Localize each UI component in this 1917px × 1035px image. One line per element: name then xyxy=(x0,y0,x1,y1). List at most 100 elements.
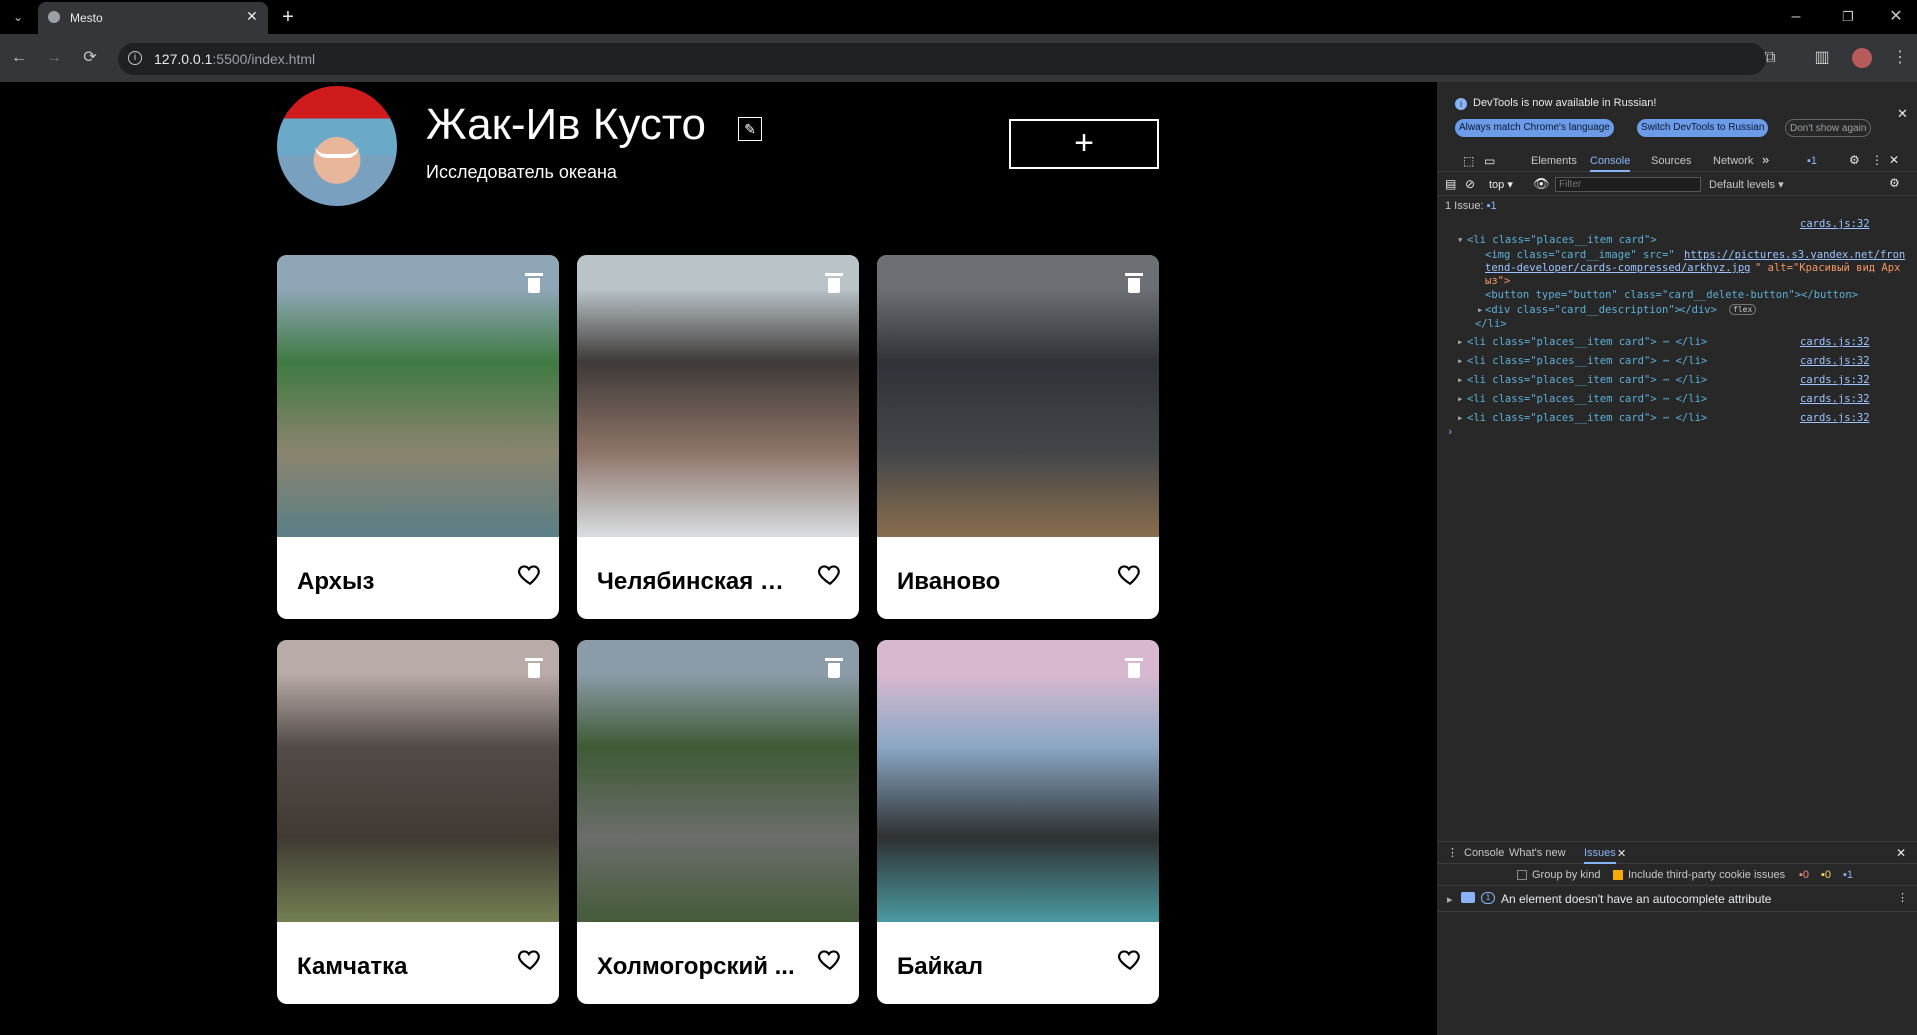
console-prompt[interactable]: › xyxy=(1447,426,1453,438)
dont-show-again-button[interactable]: Don't show again xyxy=(1785,119,1872,137)
issue-row[interactable]: ▸ 1 An element doesn't have an autocompl… xyxy=(1437,886,1917,912)
site-info-icon[interactable]: i xyxy=(128,51,142,65)
trash-icon[interactable] xyxy=(1125,658,1143,678)
trash-icon[interactable] xyxy=(825,273,843,293)
close-tab-icon[interactable]: ✕ xyxy=(246,8,258,25)
close-devtools-icon[interactable]: ✕ xyxy=(1889,153,1899,167)
expand-arrow-icon[interactable]: ▸ xyxy=(1457,412,1463,424)
drawer-tab-console[interactable]: Console xyxy=(1464,847,1504,859)
edit-profile-button[interactable]: ✎ xyxy=(738,117,762,141)
heart-icon[interactable] xyxy=(1117,946,1143,972)
expand-arrow-icon[interactable]: ▸ xyxy=(1457,393,1463,405)
log-li-collapsed[interactable]: <li class="places__item card"> ⋯ </li> xyxy=(1467,374,1707,386)
source-link[interactable]: cards.js:32 xyxy=(1800,412,1870,424)
third-party-checkbox[interactable] xyxy=(1613,870,1623,880)
inspect-icon[interactable]: ⬚ xyxy=(1463,154,1474,168)
expand-arrow-icon[interactable]: ▾ xyxy=(1457,234,1463,246)
browser-tab[interactable]: Mesto ✕ xyxy=(38,2,268,34)
add-card-button[interactable]: + xyxy=(1009,119,1159,169)
sidebar-icon[interactable]: ▥ xyxy=(1806,42,1838,74)
back-icon[interactable]: ← xyxy=(3,42,35,74)
console-settings-icon[interactable]: ⚙ xyxy=(1889,176,1900,190)
drawer-tab-issues[interactable]: Issues xyxy=(1584,847,1616,864)
close-issues-tab-icon[interactable]: ✕ xyxy=(1617,847,1626,860)
heart-icon[interactable] xyxy=(817,561,843,587)
heart-icon[interactable] xyxy=(517,946,543,972)
log-li-collapsed[interactable]: <li class="places__item card"> ⋯ </li> xyxy=(1467,336,1707,348)
heart-icon[interactable] xyxy=(1117,561,1143,587)
tab-console[interactable]: Console xyxy=(1590,155,1631,172)
switch-to-russian-button[interactable]: Switch DevTools to Russian xyxy=(1637,119,1769,137)
group-by-kind-checkbox[interactable] xyxy=(1517,870,1527,880)
flex-badge[interactable]: flex xyxy=(1729,304,1757,315)
source-link[interactable]: cards.js:32 xyxy=(1800,355,1870,367)
issue-menu-icon[interactable]: ⋮ xyxy=(1897,891,1908,904)
settings-gear-icon[interactable]: ⚙ xyxy=(1849,153,1860,167)
card-image[interactable] xyxy=(277,640,559,922)
log-img-url-1[interactable]: https://pictures.s3.yandex.net/fron xyxy=(1684,249,1905,261)
url-path: :5500/index.html xyxy=(212,51,316,67)
expand-arrow-icon[interactable]: ▸ xyxy=(1477,304,1483,316)
card-image[interactable] xyxy=(877,640,1159,922)
new-tab-icon[interactable]: + xyxy=(272,1,304,33)
trash-icon[interactable] xyxy=(825,658,843,678)
log-div-line[interactable]: <div class="card__description"> xyxy=(1485,304,1681,316)
live-expression-eye-icon[interactable]: 👁 xyxy=(1533,176,1550,192)
place-card: Камчатка xyxy=(277,640,559,1004)
tab-network[interactable]: Network xyxy=(1713,155,1753,167)
log-img-url-2[interactable]: tend-developer/cards-compressed/arkhyz.j… xyxy=(1485,262,1751,274)
log-levels-dropdown[interactable]: Default levels ▾ xyxy=(1709,178,1784,191)
error-count: ▪0 xyxy=(1799,869,1809,881)
trash-icon[interactable] xyxy=(1125,273,1143,293)
source-link[interactable]: cards.js:32 xyxy=(1800,336,1870,348)
issues-count-badge: ▪1 xyxy=(1807,155,1818,167)
log-button-line: <button type="button" class="card__delet… xyxy=(1485,289,1858,301)
log-li-close: </li> xyxy=(1475,318,1507,330)
close-banner-icon[interactable]: ✕ xyxy=(1897,106,1908,122)
menu-kebab-icon[interactable]: ⋮ xyxy=(1884,42,1916,74)
close-window-icon[interactable]: ✕ xyxy=(1880,1,1912,33)
issues-summary-count[interactable]: ▪1 xyxy=(1487,200,1497,212)
profile-avatar[interactable] xyxy=(277,86,397,206)
expand-arrow-icon[interactable]: ▸ xyxy=(1457,355,1463,367)
tab-elements[interactable]: Elements xyxy=(1531,155,1577,167)
always-match-language-button[interactable]: Always match Chrome's language xyxy=(1455,119,1614,137)
address-bar[interactable]: i 127.0.0.1:5500/index.html xyxy=(118,43,1766,75)
console-sidebar-icon[interactable]: ▤ xyxy=(1445,177,1456,191)
restore-icon[interactable]: ❐ xyxy=(1832,1,1864,33)
log-li-collapsed[interactable]: <li class="places__item card"> ⋯ </li> xyxy=(1467,393,1707,405)
tab-sources[interactable]: Sources xyxy=(1651,155,1691,167)
close-drawer-icon[interactable]: ✕ xyxy=(1896,846,1906,860)
trash-icon[interactable] xyxy=(525,273,543,293)
expand-arrow-icon[interactable]: ▸ xyxy=(1447,893,1453,906)
reload-icon[interactable]: ⟳ xyxy=(74,42,106,74)
minimize-icon[interactable]: – xyxy=(1780,1,1812,33)
heart-icon[interactable] xyxy=(517,561,543,587)
context-selector[interactable]: top ▾ xyxy=(1489,178,1513,191)
log-li-open[interactable]: <li class="places__item card"> xyxy=(1467,234,1657,246)
devtools-menu-icon[interactable]: ⋮ xyxy=(1871,153,1883,167)
heart-icon[interactable] xyxy=(817,946,843,972)
card-image[interactable] xyxy=(277,255,559,537)
source-link[interactable]: cards.js:32 xyxy=(1800,218,1870,230)
source-link[interactable]: cards.js:32 xyxy=(1800,374,1870,386)
device-toolbar-icon[interactable]: ▭ xyxy=(1484,154,1495,168)
expand-arrow-icon[interactable]: ▸ xyxy=(1457,336,1463,348)
card-image[interactable] xyxy=(577,255,859,537)
log-li-collapsed[interactable]: <li class="places__item card"> ⋯ </li> xyxy=(1467,355,1707,367)
tab-search-icon[interactable]: ⌄ xyxy=(2,1,34,33)
more-tabs-icon[interactable]: » xyxy=(1762,152,1769,167)
card-title: Челябинская об... xyxy=(597,568,797,595)
forward-icon[interactable]: → xyxy=(38,42,70,74)
profile-avatar-icon[interactable] xyxy=(1852,48,1872,68)
card-image[interactable] xyxy=(577,640,859,922)
trash-icon[interactable] xyxy=(525,658,543,678)
drawer-tab-whats-new[interactable]: What's new xyxy=(1509,847,1566,859)
drawer-menu-icon[interactable]: ⋮ xyxy=(1447,846,1458,859)
expand-arrow-icon[interactable]: ▸ xyxy=(1457,374,1463,386)
card-image[interactable] xyxy=(877,255,1159,537)
clear-console-icon[interactable]: ⊘ xyxy=(1465,177,1475,191)
log-li-collapsed[interactable]: <li class="places__item card"> ⋯ </li> xyxy=(1467,412,1707,424)
console-filter-input[interactable] xyxy=(1555,177,1701,192)
source-link[interactable]: cards.js:32 xyxy=(1800,393,1870,405)
